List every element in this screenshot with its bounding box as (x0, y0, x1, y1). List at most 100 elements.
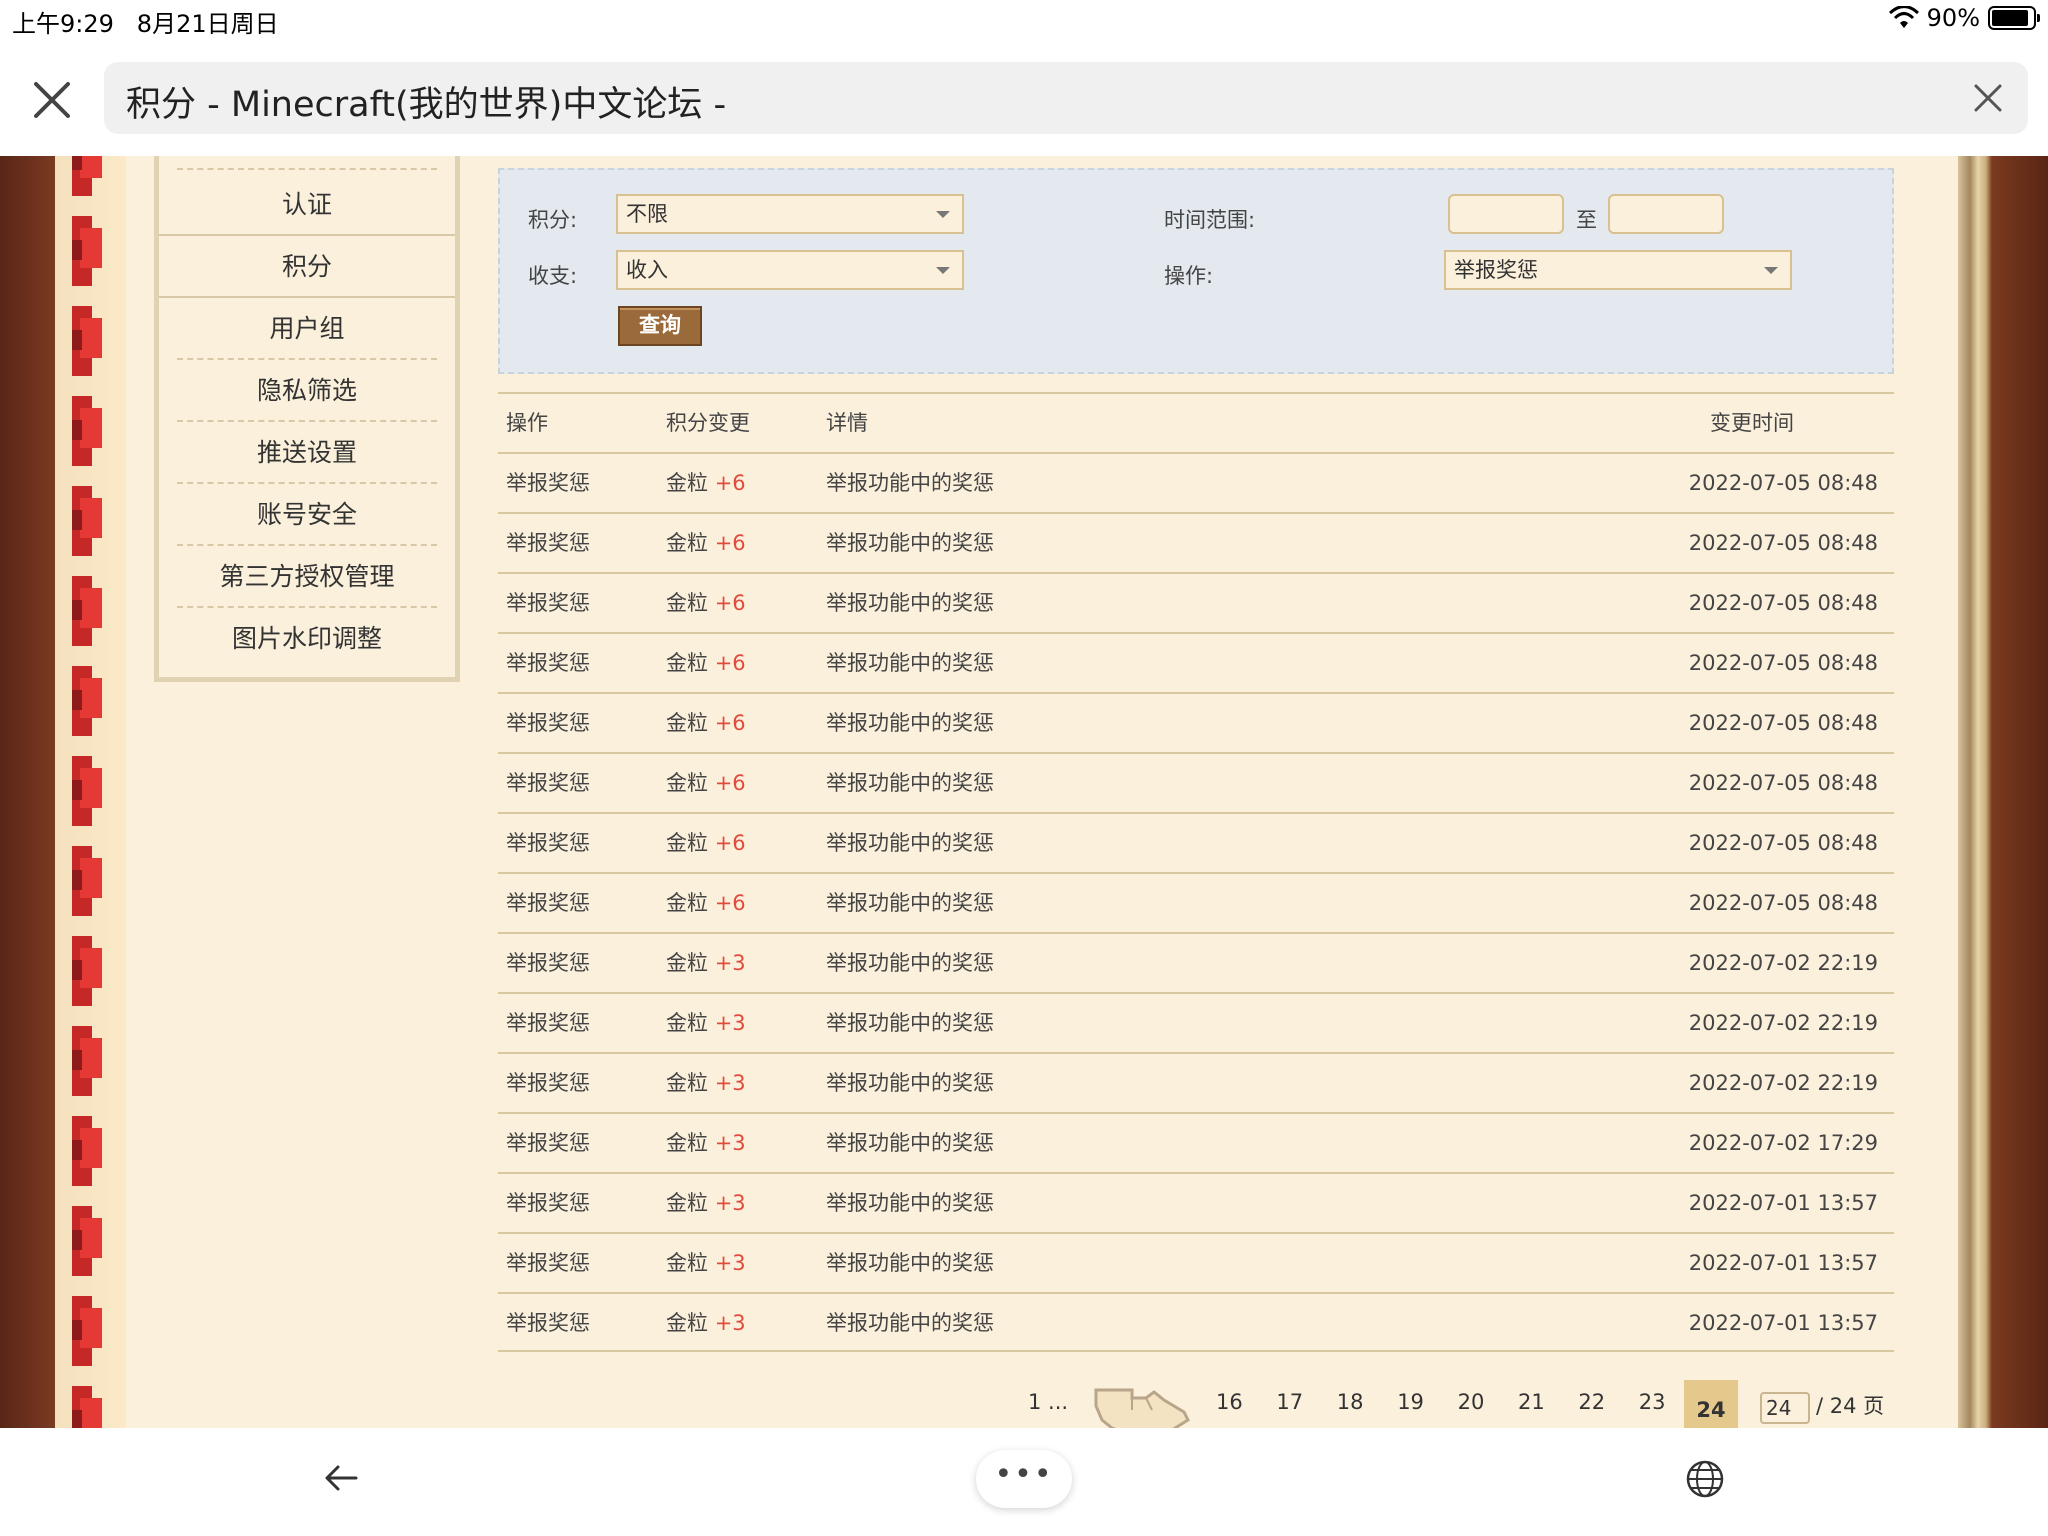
chevron-down-icon (936, 267, 950, 274)
row-change: 金粒 +6 (666, 574, 746, 632)
row-detail: 举报功能中的奖惩 (826, 1191, 994, 1215)
page-first[interactable]: 1 ... (1028, 1390, 1068, 1414)
row-change: 金粒 +3 (666, 1294, 746, 1352)
clear-icon[interactable] (1970, 80, 2006, 116)
pagination: 1 ... 24 24 / 24 页 16 17 18 19 20 21 22 23 (126, 1368, 1958, 1428)
row-change: 金粒 +6 (666, 694, 746, 752)
page-link[interactable]: 17 (1276, 1390, 1303, 1414)
end-date-field[interactable] (1608, 194, 1724, 234)
page-title: 积分 - Minecraft(我的世界)中文论坛 - (126, 85, 727, 125)
close-icon[interactable] (28, 76, 76, 124)
row-delta: +3 (714, 1011, 746, 1035)
page-link[interactable]: 20 (1458, 1390, 1485, 1414)
row-operation: 举报奖惩 (506, 471, 590, 495)
address-bar[interactable]: 积分 - Minecraft(我的世界)中文论坛 - (104, 62, 2028, 134)
row-time: 2022-07-05 08:48 (1688, 771, 1878, 795)
row-detail: 举报功能中的奖惩 (826, 1311, 994, 1335)
row-delta: +6 (714, 891, 746, 915)
row-operation: 举报奖惩 (506, 771, 590, 795)
row-detail: 举报功能中的奖惩 (826, 531, 994, 555)
row-currency: 金粒 (666, 1191, 708, 1215)
table-row: 举报奖惩 金粒 +3 举报功能中的奖惩 2022-07-02 22:19 (498, 932, 1894, 992)
status-bar: 上午9:29 8月21日周日 90% (0, 0, 2048, 40)
ruby-ornament (72, 486, 102, 556)
page-link[interactable]: 19 (1397, 1390, 1424, 1414)
row-currency: 金粒 (666, 1131, 708, 1155)
row-delta: +6 (714, 831, 746, 855)
start-date-field[interactable] (1448, 194, 1564, 234)
credit-select[interactable]: 不限 (616, 194, 964, 234)
row-delta: +3 (714, 1311, 746, 1335)
page-jump-input[interactable]: 24 (1760, 1392, 1810, 1424)
query-button[interactable]: 查询 (618, 306, 702, 346)
inout-select[interactable]: 收入 (616, 250, 964, 290)
row-delta: +3 (714, 1071, 746, 1095)
row-operation: 举报奖惩 (506, 1191, 590, 1215)
hand-pointer-icon (1094, 1388, 1190, 1428)
row-time: 2022-07-05 08:48 (1688, 831, 1878, 855)
left-decoration (0, 156, 126, 1428)
row-change: 金粒 +6 (666, 754, 746, 812)
globe-icon[interactable] (1684, 1458, 1726, 1500)
divider (177, 298, 437, 360)
row-detail: 举报功能中的奖惩 (826, 831, 994, 855)
table-row: 举报奖惩 金粒 +3 举报功能中的奖惩 2022-07-02 22:19 (498, 992, 1894, 1052)
status-indicators: 90% (1888, 4, 2040, 32)
row-operation: 举报奖惩 (506, 711, 590, 735)
page-current[interactable]: 24 (1684, 1380, 1738, 1428)
table-row: 举报奖惩 金粒 +3 举报功能中的奖惩 2022-07-02 17:29 (498, 1112, 1894, 1172)
sidebar-item-watermark[interactable]: 图片水印调整 (159, 608, 455, 670)
page-link[interactable]: 22 (1578, 1390, 1605, 1414)
row-currency: 金粒 (666, 471, 708, 495)
row-time: 2022-07-05 08:48 (1688, 651, 1878, 675)
row-delta: +3 (714, 1191, 746, 1215)
row-delta: +3 (714, 951, 746, 975)
row-change: 金粒 +3 (666, 1114, 746, 1172)
row-operation: 举报奖惩 (506, 651, 590, 675)
row-change: 金粒 +3 (666, 934, 746, 992)
row-delta: +6 (714, 531, 746, 555)
sidebar-item-profile[interactable]: 个人资料 (159, 156, 455, 168)
operation-label: 操作: (1164, 264, 1214, 288)
divider (177, 546, 437, 608)
filter-panel: 积分: 不限 收支: 收入 查询 时间范围: 至 操作: 举报奖惩 (498, 168, 1894, 374)
table-row: 举报奖惩 金粒 +6 举报功能中的奖惩 2022-07-05 08:48 (498, 752, 1894, 812)
row-operation: 举报奖惩 (506, 1011, 590, 1035)
row-time: 2022-07-05 08:48 (1688, 711, 1878, 735)
row-time: 2022-07-02 22:19 (1688, 1011, 1878, 1035)
page-link[interactable]: 21 (1518, 1390, 1545, 1414)
web-page: 个人资料 认证 积分 用户组 隐私筛选 推送设置 账号安全 第三方授权管理 图片… (0, 156, 2048, 1428)
time-range-label: 时间范围: (1164, 208, 1256, 232)
back-arrow-icon[interactable] (322, 1458, 362, 1498)
row-time: 2022-07-01 13:57 (1688, 1191, 1878, 1215)
page-link[interactable]: 16 (1216, 1390, 1243, 1414)
table-row: 举报奖惩 金粒 +6 举报功能中的奖惩 2022-07-05 08:48 (498, 512, 1894, 572)
row-detail: 举报功能中的奖惩 (826, 471, 994, 495)
row-change: 金粒 +6 (666, 514, 746, 572)
table-row: 举报奖惩 金粒 +6 举报功能中的奖惩 2022-07-05 08:48 (498, 692, 1894, 752)
row-detail: 举报功能中的奖惩 (826, 1251, 994, 1275)
ruby-ornament (72, 1296, 102, 1366)
row-detail: 举报功能中的奖惩 (826, 1071, 994, 1095)
more-icon[interactable]: ••• (976, 1450, 1072, 1508)
right-decoration (1958, 156, 2048, 1428)
page-link[interactable]: 23 (1639, 1390, 1666, 1414)
row-detail: 举报功能中的奖惩 (826, 591, 994, 615)
header-detail: 详情 (826, 411, 868, 435)
header-change: 积分变更 (666, 411, 750, 435)
page-link[interactable]: 18 (1337, 1390, 1364, 1414)
table-row: 举报奖惩 金粒 +6 举报功能中的奖惩 2022-07-05 08:48 (498, 872, 1894, 932)
row-delta: +6 (714, 471, 746, 495)
table-header-row: 操作 积分变更 详情 变更时间 (498, 392, 1894, 452)
divider (177, 484, 437, 546)
browser-toolbar: ••• (0, 1428, 2048, 1536)
row-operation: 举报奖惩 (506, 591, 590, 615)
table-row: 举报奖惩 金粒 +6 举报功能中的奖惩 2022-07-05 08:48 (498, 812, 1894, 872)
row-change: 金粒 +6 (666, 634, 746, 692)
row-currency: 金粒 (666, 1251, 708, 1275)
row-change: 金粒 +3 (666, 1234, 746, 1292)
row-delta: +6 (714, 771, 746, 795)
operation-select[interactable]: 举报奖惩 (1444, 250, 1792, 290)
row-change: 金粒 +3 (666, 994, 746, 1052)
ruby-ornament (72, 396, 102, 466)
